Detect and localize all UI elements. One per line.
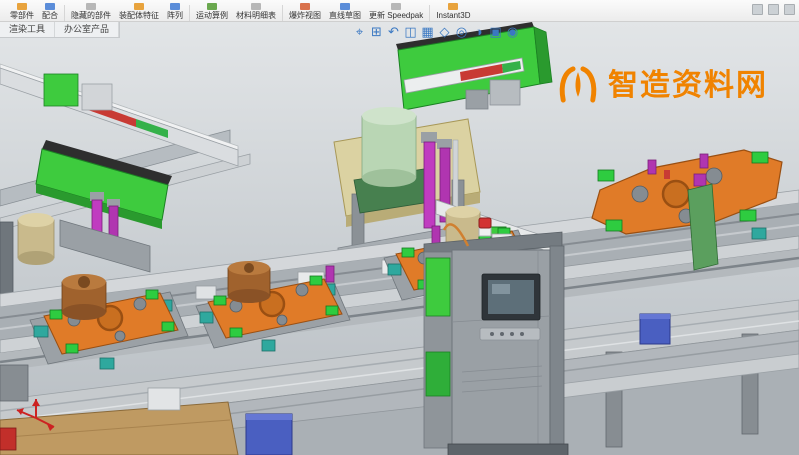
mate-icon: [45, 3, 55, 10]
ribbon-item-label: 运动算例: [196, 11, 228, 20]
update-speedpak-icon: [391, 3, 401, 10]
ribbon-item-label: 材料明细表: [236, 11, 276, 20]
ribbon-separator: [64, 5, 65, 21]
ribbon-corner-icon-3[interactable]: [784, 4, 795, 15]
control-cabinet[interactable]: [424, 224, 568, 455]
view-orientation-icon[interactable]: ▦: [420, 24, 435, 40]
bill-of-materials-icon: [251, 3, 261, 10]
ribbon-item-component-pattern[interactable]: 阵列: [163, 0, 187, 21]
watermark: 智造资料网: [555, 55, 768, 109]
command-manager-tabs: 渲染工具 办公室产品: [0, 22, 120, 38]
ribbon-item-bill-of-materials[interactable]: 材料明细表: [232, 0, 280, 21]
ribbon-corner-icon-2[interactable]: [768, 4, 779, 15]
tab-render-tools[interactable]: 渲染工具: [0, 22, 55, 37]
ribbon-item-label: Instant3D: [436, 11, 470, 20]
ribbon-separator: [282, 5, 283, 21]
ribbon-item-insert-component[interactable]: 零部件: [6, 0, 38, 21]
ribbon-toolbar: 零部件 配合 隐藏的部件 装配体特征 阵列 运动算例 材料明细表: [0, 0, 799, 22]
ribbon-item-label: 隐藏的部件: [71, 11, 111, 20]
ribbon-item-label: 装配体特征: [119, 11, 159, 20]
tab-office-products[interactable]: 办公室产品: [55, 22, 119, 37]
heads-up-view-toolbar: ⌖ ⊞ ↶ ◫ ▦ ◇ ◎ ◑ ▣ ◉: [352, 24, 520, 40]
electrical-box-left[interactable]: [246, 414, 292, 455]
explode-line-sketch-icon: [340, 3, 350, 10]
graphics-viewport[interactable]: 渲染工具 办公室产品 ⌖ ⊞ ↶ ◫ ▦ ◇ ◎ ◑ ▣ ◉ 智造: [0, 22, 799, 455]
solidworks-window: 零部件 配合 隐藏的部件 装配体特征 阵列 运动算例 材料明细表: [0, 0, 799, 455]
apply-scene-icon[interactable]: ▣: [488, 24, 503, 40]
watermark-text: 智造资料网: [608, 60, 768, 104]
assembly-features-icon: [134, 3, 144, 10]
ribbon-item-motion-study[interactable]: 运动算例: [192, 0, 232, 21]
ribbon-corner-icon-1[interactable]: [752, 4, 763, 15]
display-style-icon[interactable]: ◇: [437, 24, 452, 40]
ribbon-item-instant3d[interactable]: Instant3D: [432, 0, 474, 21]
ribbon-item-label: 直线草图: [329, 11, 361, 20]
ribbon-separator: [189, 5, 190, 21]
zoom-fit-icon[interactable]: ⌖: [352, 24, 367, 40]
ribbon-item-label: 爆炸视图: [289, 11, 321, 20]
previous-view-icon[interactable]: ↶: [386, 24, 401, 40]
motion-study-icon: [207, 3, 217, 10]
ribbon-item-assembly-features[interactable]: 装配体特征: [115, 0, 163, 21]
component-pattern-icon: [170, 3, 180, 10]
hide-show-items-icon[interactable]: ◎: [454, 24, 469, 40]
insert-component-icon: [17, 3, 27, 10]
ribbon-item-label: 零部件: [10, 11, 34, 20]
watermark-logo-icon: [555, 55, 601, 109]
zoom-area-icon[interactable]: ⊞: [369, 24, 384, 40]
hidden-components-icon: [86, 3, 96, 10]
ribbon-item-explode-line-sketch[interactable]: 直线草图: [325, 0, 365, 21]
ribbon-item-label: 配合: [42, 11, 58, 20]
ribbon-item-label: 阵列: [167, 11, 183, 20]
ribbon-item-exploded-view[interactable]: 爆炸视图: [285, 0, 325, 21]
ribbon-item-update-speedpak[interactable]: 更新 Speedpak: [365, 0, 427, 21]
ribbon-item-mate[interactable]: 配合: [38, 0, 62, 21]
edit-appearance-icon[interactable]: ◑: [471, 24, 486, 40]
ribbon-separator: [429, 5, 430, 21]
exploded-view-icon: [300, 3, 310, 10]
instant3d-icon: [448, 3, 458, 10]
ribbon-corner-icons: [752, 4, 795, 15]
electrical-box-right[interactable]: [640, 314, 670, 344]
view-settings-icon[interactable]: ◉: [505, 24, 520, 40]
section-view-icon[interactable]: ◫: [403, 24, 418, 40]
ribbon-item-hidden-components[interactable]: 隐藏的部件: [67, 0, 115, 21]
ribbon-item-label: 更新 Speedpak: [369, 11, 423, 20]
